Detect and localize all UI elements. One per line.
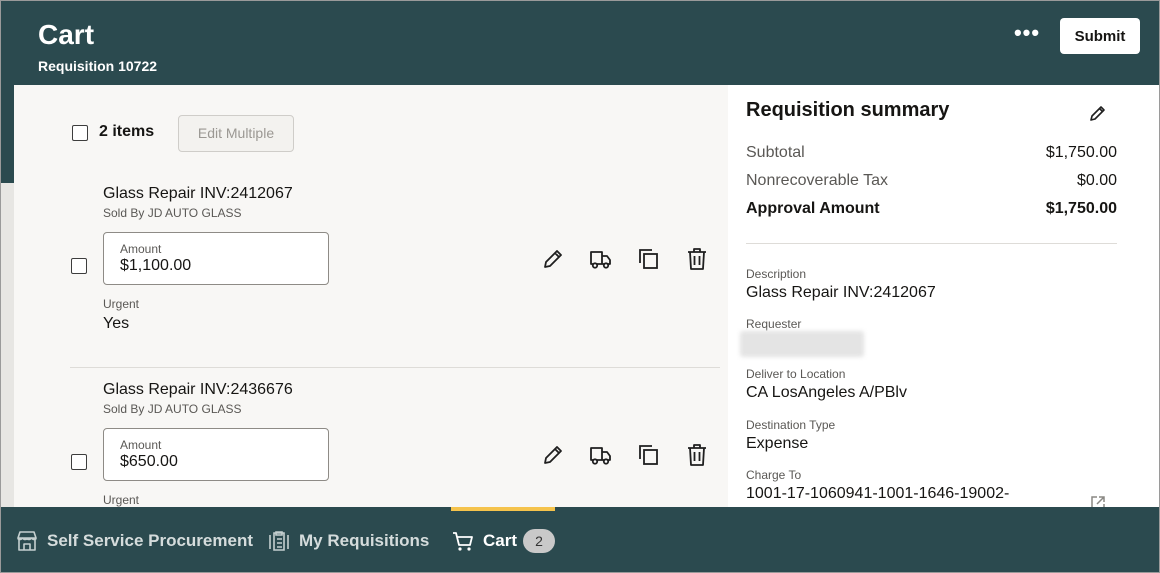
urgent-label: Urgent	[103, 493, 140, 507]
line-title: Glass Repair INV:2412067	[103, 185, 293, 202]
sold-by: Sold By JD AUTO GLASS	[103, 402, 242, 416]
nav-label: My Requisitions	[299, 531, 430, 550]
open-external-icon[interactable]	[1088, 493, 1108, 507]
copy-icon	[639, 249, 658, 269]
requester-label: Requester	[746, 317, 802, 331]
destination-label: Destination Type	[746, 418, 836, 432]
approval-row: Approval Amount $1,750.00	[746, 200, 1117, 222]
line-checkbox[interactable]	[71, 454, 87, 470]
trash-icon	[688, 248, 706, 270]
app-window: Cart Requisition 10722 ••• Submit 2 item…	[0, 0, 1160, 573]
subtotal-row: Subtotal $1,750.00	[746, 144, 1117, 166]
nav-label: Self Service Procurement	[47, 531, 253, 550]
charge-value: 1001-17-1060941-1001-1646-19002-	[746, 485, 1010, 502]
amount-label: Amount	[120, 438, 162, 452]
line-checkbox[interactable]	[71, 258, 87, 274]
sold-by: Sold By JD AUTO GLASS	[103, 206, 242, 220]
duplicate-line-button[interactable]	[636, 246, 662, 272]
delivery-line-button[interactable]	[588, 442, 614, 468]
nav-label: Cart	[483, 531, 518, 550]
delete-line-button[interactable]	[684, 442, 710, 468]
submit-button[interactable]: Submit	[1060, 18, 1140, 54]
summary-divider	[746, 243, 1117, 244]
edit-summary-button[interactable]	[1087, 102, 1109, 124]
pencil-icon	[544, 250, 562, 268]
delete-line-button[interactable]	[684, 246, 710, 272]
truck-icon	[590, 251, 611, 269]
clipboard-icon	[269, 531, 289, 551]
edit-line-button[interactable]	[540, 246, 566, 272]
amount-field[interactable]: Amount $650.00	[103, 428, 329, 481]
destination-value: Expense	[746, 435, 809, 452]
requisition-number: Requisition 10722	[38, 58, 158, 74]
summary-title: Requisition summary	[746, 99, 950, 121]
nav-cart[interactable]: Cart 2	[451, 507, 561, 572]
deliver-label: Deliver to Location	[746, 367, 846, 381]
truck-icon	[590, 447, 611, 465]
left-edge	[1, 85, 14, 507]
duplicate-line-button[interactable]	[636, 442, 662, 468]
amount-value: $650.00	[120, 453, 178, 470]
tax-row: Nonrecoverable Tax $0.00	[746, 172, 1117, 194]
cart-icon	[453, 532, 473, 551]
deliver-value: CA LosAngeles A/PBlv	[746, 384, 907, 401]
edit-line-button[interactable]	[540, 442, 566, 468]
page-title: Cart	[38, 19, 95, 50]
cart-line: Glass Repair INV:2436676 Sold By JD AUTO…	[14, 281, 728, 507]
tax-value: $0.00	[1076, 172, 1117, 189]
subtotal-label: Subtotal	[746, 144, 805, 161]
approval-label: Approval Amount	[746, 200, 880, 217]
tax-label: Nonrecoverable Tax	[746, 172, 889, 189]
cart-lines-panel: 2 items Edit Multiple Glass Repair INV:2…	[14, 85, 728, 507]
delivery-line-button[interactable]	[588, 246, 614, 272]
charge-label: Charge To	[746, 468, 802, 482]
more-actions-button[interactable]: •••	[1011, 22, 1043, 51]
description-value: Glass Repair INV:2412067	[746, 284, 936, 301]
trash-icon	[688, 444, 706, 466]
bottom-nav: Self Service Procurement My Requisitions…	[1, 507, 1159, 572]
amount-value: $1,100.00	[120, 257, 192, 274]
description-label: Description	[746, 267, 807, 281]
approval-value: $1,750.00	[1045, 200, 1117, 217]
requester-value-redacted	[740, 331, 864, 357]
nav-my-requisitions[interactable]: My Requisitions	[261, 507, 433, 572]
subtotal-value: $1,750.00	[1045, 144, 1117, 161]
nav-self-service-procurement[interactable]: Self Service Procurement	[1, 507, 253, 572]
requisition-summary-panel: Requisition summary Subtotal $1,750.00 N…	[728, 85, 1159, 507]
pencil-icon	[544, 446, 562, 464]
copy-icon	[639, 445, 658, 465]
amount-field[interactable]: Amount $1,100.00	[103, 232, 329, 285]
page-header: Cart Requisition 10722 ••• Submit	[1, 1, 1159, 85]
pencil-icon	[1090, 106, 1105, 121]
amount-label: Amount	[120, 242, 162, 256]
line-title: Glass Repair INV:2436676	[103, 381, 293, 398]
store-icon	[17, 531, 37, 551]
cart-count-badge: 2	[523, 529, 555, 553]
